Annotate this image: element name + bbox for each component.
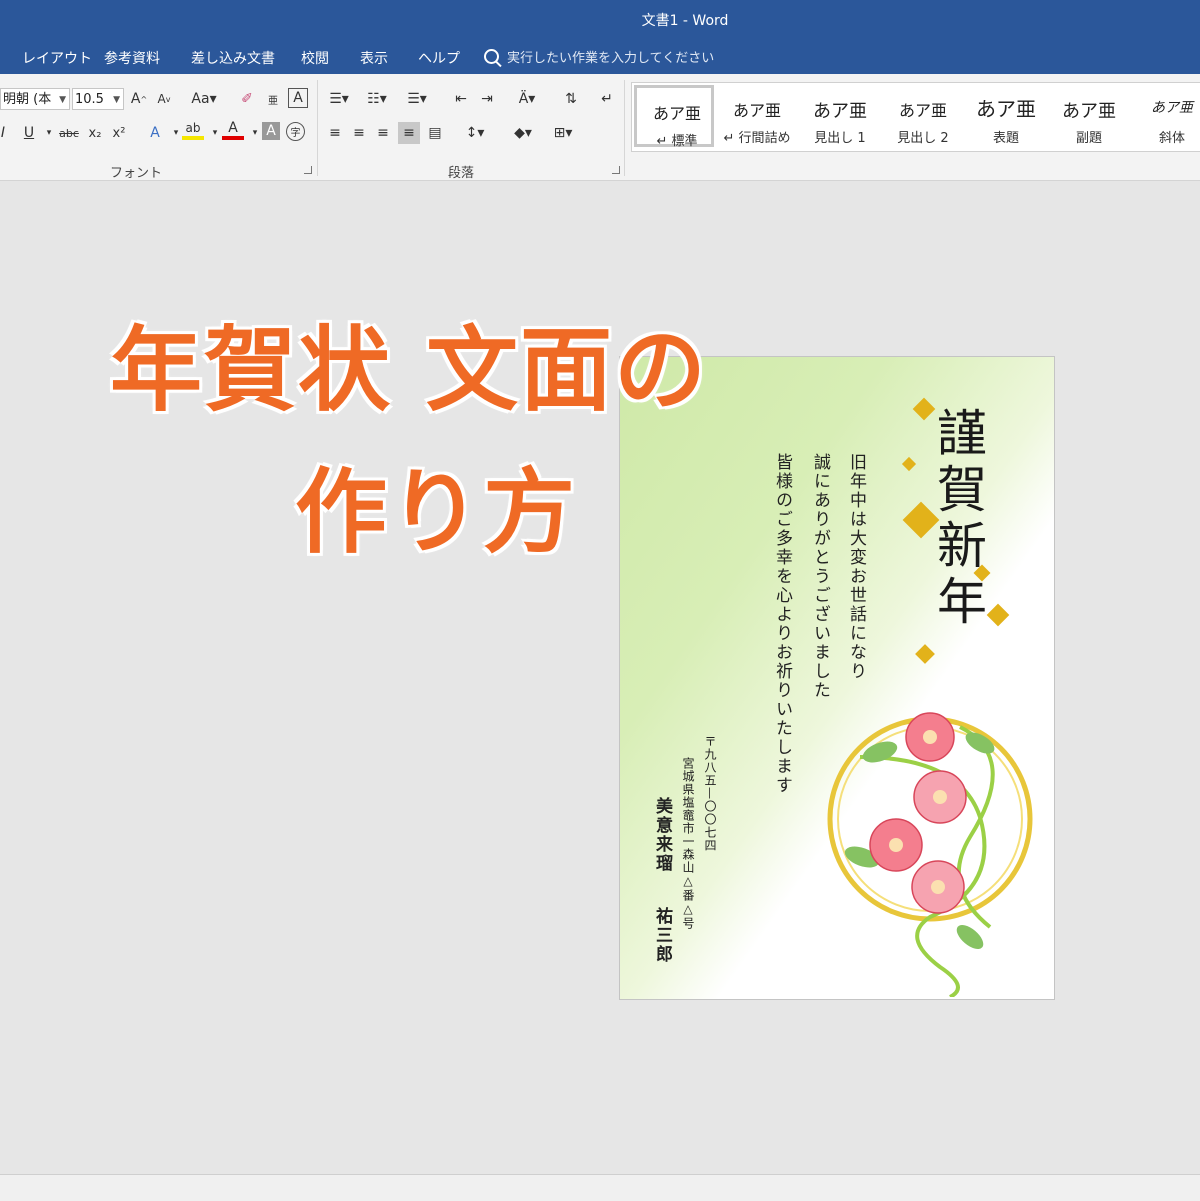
show-marks-icon[interactable]: ↵ — [596, 88, 618, 110]
gold-confetti — [915, 644, 935, 664]
change-case-icon[interactable]: Aa▾ — [188, 88, 220, 110]
subscript-button[interactable]: x₂ — [84, 122, 106, 144]
style-name: ↵ 行間詰め — [723, 131, 791, 146]
font-group-label: フォント — [110, 166, 163, 181]
sender-name: 美意来瑠 — [652, 797, 672, 873]
sender-address: 宮城県塩竈市一森山△番△号 — [681, 757, 695, 930]
plum-flower-illustration — [827, 712, 1033, 997]
tab-references[interactable]: 参考資料 — [104, 48, 160, 68]
ribbon: 明朝 (本 ▼ 10.5 ▼ A ^ Av Aa▾ ✐ 亜 A I U ▾ abc x… — [0, 74, 1200, 181]
style-name: 見出し 2 — [897, 131, 949, 146]
style-sample: あア亜 — [1062, 101, 1116, 122]
enclose-char-icon[interactable]: 字 — [286, 122, 305, 141]
char-border-icon[interactable]: A — [288, 88, 308, 108]
align-center-icon[interactable]: ≡ — [348, 122, 370, 144]
style-heading-2[interactable]: あア亜 見出し 2 — [883, 85, 963, 147]
overlay-title-line-1: 年賀状 文面の — [110, 317, 709, 424]
clear-format-icon[interactable]: ✐ — [236, 88, 258, 110]
font-name-value: 明朝 (本 — [3, 92, 52, 107]
sort-icon[interactable]: ⇅ — [560, 88, 582, 110]
italic-button[interactable]: I — [0, 122, 14, 144]
overlay-title-line-2: 作り方 — [295, 459, 578, 566]
tab-review[interactable]: 校閲 — [301, 48, 329, 68]
style-subtitle[interactable]: あア亜 副題 — [1049, 85, 1129, 147]
justify-icon[interactable]: ≡ — [398, 122, 420, 144]
char-shading-icon[interactable]: A — [262, 122, 280, 140]
style-name: 見出し 1 — [814, 131, 866, 146]
greeting-title: 謹賀新年 — [929, 407, 987, 631]
tab-view[interactable]: 表示 — [360, 48, 388, 68]
underline-button[interactable]: U — [18, 122, 40, 144]
highlight-icon[interactable]: ab — [182, 120, 204, 140]
strikethrough-button[interactable]: abc — [56, 122, 82, 144]
style-name: 表題 — [992, 131, 1019, 146]
font-dialog-launcher-icon[interactable] — [304, 166, 312, 174]
greeting-line: 旧年中は大変お世話になり — [846, 453, 866, 681]
divider — [317, 80, 318, 176]
greeting-line: 皆様のご多幸を心よりお祈りいたします — [772, 453, 792, 795]
multilevel-list-icon[interactable]: ☰▾ — [400, 88, 434, 110]
style-sample: あア亜 — [898, 101, 947, 120]
borders-icon[interactable]: ⊞▾ — [548, 122, 578, 144]
chevron-down-icon: ▼ — [113, 95, 120, 105]
ribbon-tabs: レイアウト 参考資料 差し込み文書 校閲 表示 ヘルプ 実行したい作業を入力して… — [0, 38, 1200, 74]
status-bar — [0, 1174, 1200, 1201]
tab-help[interactable]: ヘルプ — [418, 48, 460, 68]
char-spacing-icon[interactable]: Ä▾ — [512, 88, 542, 110]
decrease-indent-icon[interactable]: ⇤ — [450, 88, 472, 110]
style-emphasis[interactable]: あア亜 斜体 — [1132, 85, 1200, 147]
style-no-spacing[interactable]: あア亜 ↵ 行間詰め — [717, 85, 797, 147]
tab-mailings[interactable]: 差し込み文書 — [191, 48, 275, 68]
style-name: 斜体 — [1158, 131, 1185, 146]
style-name: ↵ 標準 — [656, 134, 698, 149]
increase-indent-icon[interactable]: ⇥ — [476, 88, 498, 110]
align-right-icon[interactable]: ≡ — [372, 122, 394, 144]
divider — [624, 80, 625, 176]
superscript-button[interactable]: x² — [108, 122, 130, 144]
tell-me-text: 実行したい作業を入力してください — [507, 51, 715, 66]
phonetic-guide-icon[interactable]: 亜 — [262, 88, 284, 110]
font-color-icon[interactable]: A — [222, 120, 244, 140]
style-normal[interactable]: あア亜 ↵ 標準 — [634, 85, 714, 149]
numbering-icon[interactable]: ☷▾ — [362, 88, 392, 110]
grow-font-icon[interactable]: A ^ — [128, 88, 150, 110]
window-title: 文書1 - Word — [641, 13, 729, 29]
title-bar: 文書1 - Word — [0, 0, 1200, 38]
style-sample: あア亜 — [813, 101, 867, 122]
chevron-down-icon: ▼ — [59, 95, 66, 105]
tell-me-box[interactable]: 実行したい作業を入力してください — [484, 47, 714, 66]
postcard-page[interactable]: 謹賀新年 旧年中は大変お世話になり 誠にありがとうございました 皆様のご多幸を心… — [619, 356, 1055, 1000]
tab-layout[interactable]: レイアウト — [22, 48, 92, 68]
gold-confetti — [901, 456, 917, 472]
align-left-icon[interactable]: ≡ — [324, 122, 346, 144]
style-sample: あア亜 — [652, 104, 701, 123]
search-icon — [484, 49, 499, 64]
style-heading-1[interactable]: あア亜 見出し 1 — [800, 85, 880, 147]
shading-icon[interactable]: ◆▾ — [508, 122, 538, 144]
bullets-icon[interactable]: ☰▾ — [324, 88, 354, 110]
styles-gallery: あア亜 ↵ 標準 あア亜 ↵ 行間詰め あア亜 見出し 1 あア亜 見出し 2 … — [631, 82, 1200, 152]
font-size-dropdown[interactable]: 10.5 ▼ — [72, 88, 124, 110]
postal-code: 〒九八五—〇〇七四 — [703, 735, 717, 852]
text-effects-icon[interactable]: A — [144, 122, 166, 144]
paragraph-group-label: 段落 — [448, 166, 475, 181]
style-name: 副題 — [1075, 131, 1102, 146]
style-sample: あア亜 — [732, 101, 781, 120]
font-name-dropdown[interactable]: 明朝 (本 ▼ — [0, 88, 70, 110]
greeting-line: 誠にありがとうございました — [810, 453, 830, 700]
sender-name: 祐三郎 — [652, 907, 672, 964]
line-spacing-icon[interactable]: ↕▾ — [460, 122, 490, 144]
paragraph-dialog-launcher-icon[interactable] — [612, 166, 620, 174]
style-sample: あア亜 — [1151, 100, 1193, 116]
style-sample: あア亜 — [976, 97, 1036, 121]
distributed-icon[interactable]: ▤ — [424, 122, 446, 144]
font-size-value: 10.5 — [75, 92, 104, 107]
shrink-font-icon[interactable]: Av — [153, 88, 175, 110]
style-title[interactable]: あア亜 表題 — [966, 85, 1046, 147]
